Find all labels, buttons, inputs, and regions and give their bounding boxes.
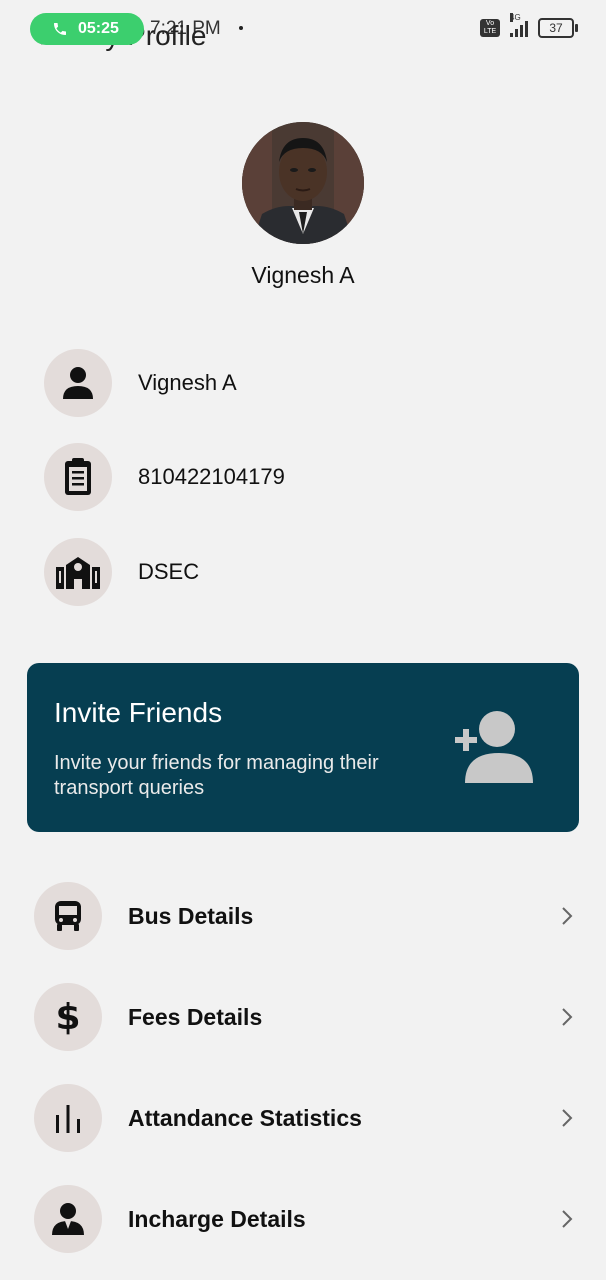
info-college-value: DSEC [138,559,200,584]
add-person-icon[interactable] [455,709,535,785]
avatar [242,122,364,244]
phone-icon [54,23,66,35]
chevron-right-icon [562,907,573,925]
invite-subtitle: Invite your friends for managing their t… [54,752,379,799]
bus-icon [34,882,102,950]
profile-name: Vignesh A [251,262,355,288]
notification-dot [239,26,243,30]
clipboard-icon [44,443,112,511]
menu-label-attendance-statistics: Attandance Statistics [128,1104,362,1131]
volte-icon: Vo LTE [480,19,500,37]
chevron-right-icon [562,1008,573,1026]
menu-label-bus-details: Bus Details [128,902,254,929]
info-register-number-value: 810422104179 [138,464,285,489]
call-duration: 05:25 [78,20,119,37]
network-type: 4G [510,13,521,22]
menu-item-attendance-statistics[interactable]: Attandance Statistics [34,1084,574,1152]
info-name-value: Vignesh A [138,370,237,395]
battery-icon: 37 [538,18,578,38]
menu-item-incharge-details[interactable]: Incharge Details [34,1185,574,1253]
dollar-icon: $ [34,983,102,1051]
chevron-right-icon [562,1109,573,1127]
menu-label-fees-details: Fees Details [128,1003,263,1030]
menu-item-bus-details[interactable]: Bus Details [34,882,574,950]
info-row-name: Vignesh A [44,349,237,417]
invite-friends-card[interactable]: Invite Friends Invite your friends for m… [27,663,579,832]
bar-chart-icon [34,1084,102,1152]
incharge-person-icon [34,1185,102,1253]
school-building-icon [44,538,112,606]
menu-item-fees-details[interactable]: $ Fees Details [34,983,574,1051]
chevron-right-icon [562,1210,573,1228]
menu-label-incharge-details: Incharge Details [128,1205,306,1232]
info-row-college: DSEC [44,538,199,606]
signal-icon: 4G [510,13,528,37]
info-row-register-number: 810422104179 [44,443,285,511]
person-icon [44,349,112,417]
ongoing-call-pill[interactable]: 05:25 [30,13,144,45]
invite-title: Invite Friends [54,697,223,728]
